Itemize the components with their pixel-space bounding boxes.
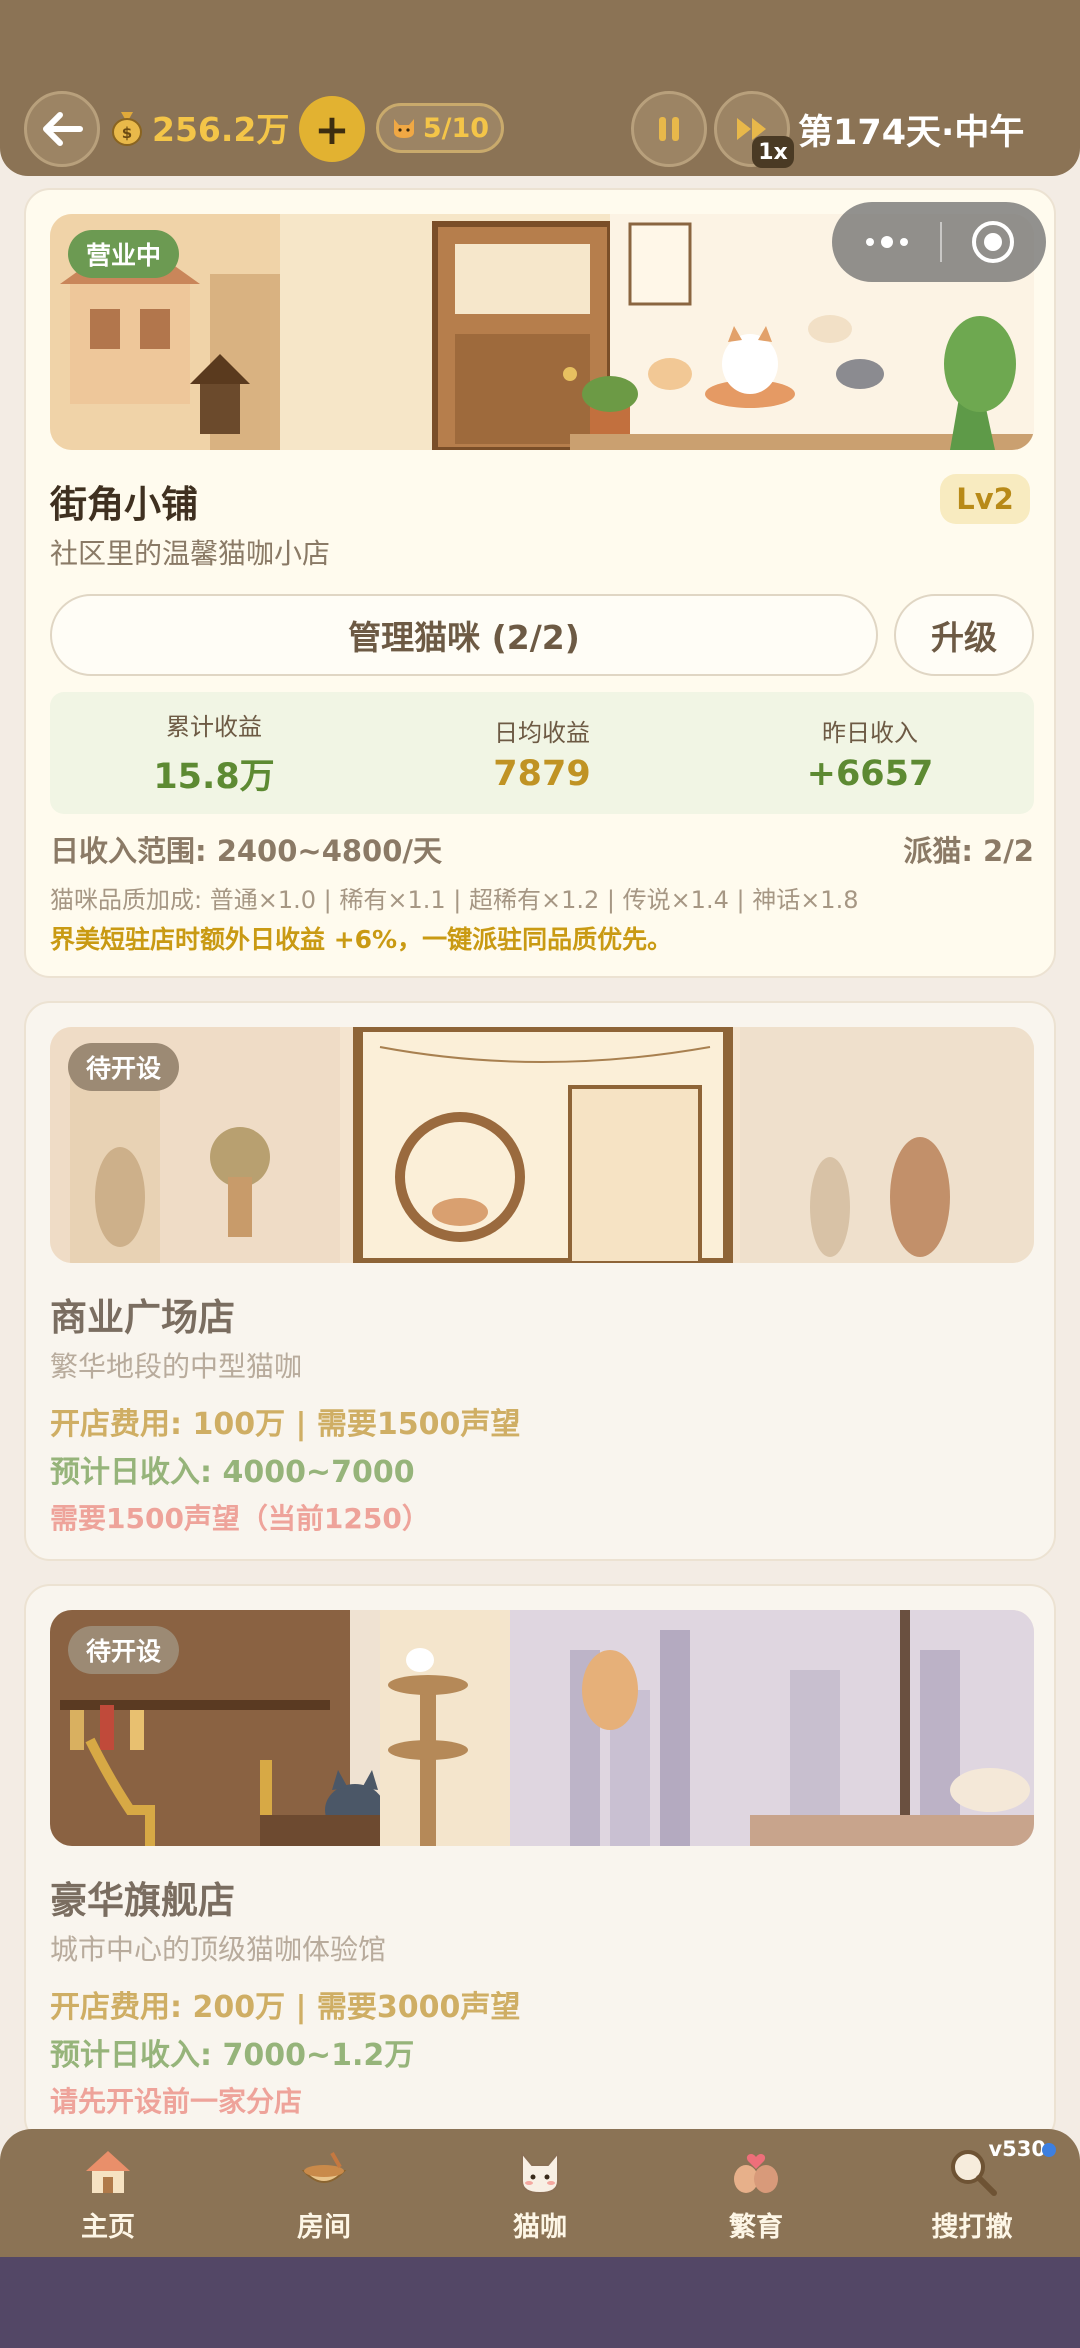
nav-label: 房间 <box>297 2211 351 2243</box>
money-bag-icon: $ <box>112 112 142 146</box>
house-icon <box>86 2150 130 2193</box>
stat-label: 昨日收入 <box>822 718 918 747</box>
stat-value: 15.8万 <box>153 757 275 797</box>
expected-income-text: 预计日收入: 4000~7000 <box>50 1455 415 1490</box>
svg-text:$: $ <box>122 124 132 142</box>
stat-yesterday-income: 昨日收入 +6657 <box>706 692 1034 814</box>
shop-title: 商业广场店 <box>50 1296 235 1339</box>
nav-item-room[interactable]: 房间 <box>216 2129 432 2257</box>
capsule-divider <box>940 222 942 262</box>
version-label: v530 <box>988 2137 1046 2161</box>
opening-cost-text: 开店费用: 200万 | 需要3000声望 <box>50 1990 521 2025</box>
system-home-area <box>0 2257 1080 2348</box>
more-dots-icon[interactable] <box>862 232 912 252</box>
income-range-row: 日收入范围: 2400~4800/天 派猫: 2/2 <box>50 828 1034 870</box>
level-badge: Lv2 <box>940 474 1030 524</box>
expected-income-text: 预计日收入: 7000~1.2万 <box>50 2038 415 2073</box>
shop-card-corner: 营业中 街角小铺 Lv2 社区里的温馨猫咖小店 管理猫咪 (2/2) 升级 累计… <box>24 188 1056 978</box>
shop-description: 繁华地段的中型猫咖 <box>50 1350 303 1383</box>
miniprogram-capsule <box>832 202 1046 282</box>
status-badge: 待开设 <box>68 1626 180 1674</box>
shop-description: 社区里的温馨猫咖小店 <box>50 537 331 570</box>
top-bar: $ 256.2万 + 5/10 1x 第174天·中午 <box>0 0 1080 176</box>
nav-label: 搜打撤 <box>931 2211 1013 2243</box>
breed-bonus-text: 界美短驻店时额外日收益 +6%，一键派驻同品质优先。 <box>50 925 673 954</box>
opening-cost-text: 开店费用: 100万 | 需要1500声望 <box>50 1407 521 1442</box>
status-badge: 营业中 <box>68 230 180 278</box>
upgrade-button[interactable]: 升级 <box>894 594 1034 676</box>
dispatch-count-text: 派猫: 2/2 <box>903 834 1034 868</box>
nav-label: 猫咖 <box>513 2211 567 2243</box>
requirement-warning-text: 请先开设前一家分店 <box>50 2085 303 2118</box>
requirement-warning-text: 需要1500声望（当前1250） <box>50 1502 430 1535</box>
nav-label: 繁育 <box>729 2211 783 2243</box>
cat-count-badge[interactable]: 5/10 <box>376 103 504 153</box>
status-badge: 待开设 <box>68 1043 180 1091</box>
close-target-icon[interactable] <box>970 219 1016 265</box>
shop-title: 豪华旗舰店 <box>50 1879 235 1922</box>
stat-value: 7879 <box>493 753 591 794</box>
speed-multiplier-badge: 1x <box>752 136 794 168</box>
cat-face-icon <box>521 2149 559 2194</box>
stat-label: 日均收益 <box>494 718 590 747</box>
shop-description: 城市中心的顶级猫咖体验馆 <box>50 1933 387 1966</box>
shop-card-plaza[interactable]: 待开设 商业广场店 繁华地段的中型猫咖 开店费用: 100万 | 需要1500声… <box>24 1001 1056 1561</box>
cat-head-icon <box>393 119 414 138</box>
quality-bonus-text: 猫咪品质加成: 普通×1.0 | 稀有×1.1 | 超稀有×1.2 | 传说×1… <box>50 886 859 914</box>
stat-daily-average: 日均收益 7879 <box>378 692 706 814</box>
bowl-icon <box>301 2151 347 2183</box>
arrow-left-icon <box>43 112 83 146</box>
back-button[interactable] <box>24 91 100 167</box>
money-amount: 256.2万 <box>152 110 290 149</box>
shop-banner-image: 待开设 <box>50 1610 1034 1846</box>
pause-button[interactable] <box>631 91 707 167</box>
nav-item-home[interactable]: 主页 <box>0 2129 216 2257</box>
day-time-label: 第174天·中午 <box>798 113 1025 153</box>
notification-dot <box>1042 2143 1056 2157</box>
pause-icon <box>659 117 679 141</box>
cat-count-text: 5/10 <box>422 112 490 144</box>
shop-stats-panel: 累计收益 15.8万 日均收益 7879 昨日收入 +6657 <box>50 692 1034 814</box>
income-range-text: 日收入范围: 2400~4800/天 <box>50 834 443 868</box>
bottom-nav-bar: 主页 房间 猫咖 繁育 搜打撤 v530 <box>0 2129 1080 2257</box>
stat-value: +6657 <box>806 753 934 794</box>
nav-item-breeding[interactable]: 繁育 <box>648 2129 864 2257</box>
cats-heart-icon <box>734 2153 778 2193</box>
stat-total-revenue: 累计收益 15.8万 <box>50 692 378 814</box>
nav-item-cafe[interactable]: 猫咖 <box>432 2129 648 2257</box>
shop-banner-image: 待开设 <box>50 1027 1034 1263</box>
stat-label: 累计收益 <box>166 713 262 741</box>
shop-title: 街角小铺 <box>50 483 198 526</box>
nav-label: 主页 <box>81 2211 135 2243</box>
manage-cats-button[interactable]: 管理猫咪 (2/2) <box>50 594 878 676</box>
add-money-button[interactable]: + <box>299 96 365 162</box>
shop-card-flagship[interactable]: 待开设 豪华旗舰店 城市中心的顶级猫咖体验馆 开店费用: 200万 | 需要30… <box>24 1584 1056 2144</box>
plus-icon: + <box>314 104 350 154</box>
money-display: $ 256.2万 <box>110 103 289 151</box>
